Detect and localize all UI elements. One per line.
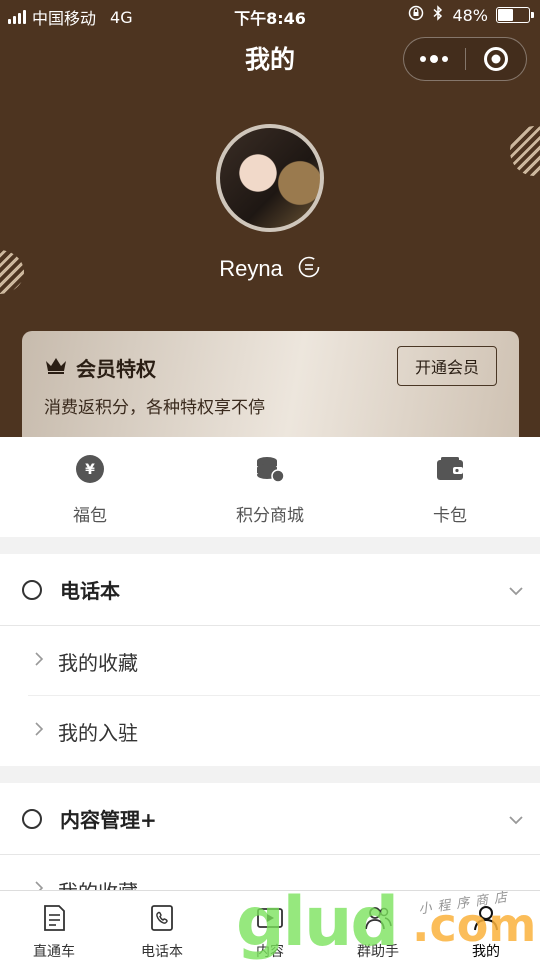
switch-account-icon[interactable]	[297, 255, 321, 283]
decorative-circle-right	[510, 126, 540, 176]
yuan-coin-icon: ¥	[74, 453, 106, 489]
document-icon	[39, 903, 69, 937]
section-header[interactable]: 内容管理+	[0, 783, 540, 855]
tab-phonebook[interactable]: 电话本	[108, 891, 216, 960]
status-right: 48%	[408, 5, 534, 25]
target-close-icon[interactable]	[465, 38, 526, 80]
coins-stack-icon	[254, 453, 286, 489]
tab-bar: 直通车 电话本 内容 群助手 我的	[0, 890, 540, 960]
svg-text:¥: ¥	[85, 462, 95, 478]
quick-entry-points-mall[interactable]: 积分商城	[180, 437, 360, 537]
user-row: Reyna	[0, 255, 540, 283]
tab-mine[interactable]: 我的	[432, 891, 540, 960]
quick-entry-label: 福包	[73, 506, 107, 526]
section-header[interactable]: 电话本	[0, 554, 540, 626]
chevron-right-icon	[34, 721, 44, 741]
status-bar: 中国移动 4G 下午8:46 48%	[0, 0, 540, 30]
bluetooth-icon	[432, 5, 444, 25]
tab-label: 群助手	[357, 944, 399, 960]
rotation-lock-icon	[408, 5, 424, 25]
circle-icon	[22, 579, 42, 600]
wallet-icon	[434, 453, 466, 489]
section-phonebook: 电话本 我的收藏 我的入驻	[0, 554, 540, 766]
menu-item-label: 我的收藏	[58, 650, 138, 675]
user-name: Reyna	[219, 256, 283, 281]
tab-label: 我的	[472, 944, 500, 960]
tab-content[interactable]: 内容	[216, 891, 324, 960]
chevron-down-icon	[508, 581, 524, 600]
video-icon	[255, 903, 285, 937]
menu-item-favorites[interactable]: 我的收藏	[0, 626, 540, 696]
tab-label: 电话本	[141, 944, 183, 960]
vip-title-row: 会员特权	[44, 353, 156, 382]
more-dots-icon[interactable]	[404, 38, 465, 80]
quick-entries: ¥ 福包 积分商城 卡包	[0, 437, 540, 537]
quick-entry-fubao[interactable]: ¥ 福包	[0, 437, 180, 537]
menu-item-my-listing[interactable]: 我的入驻	[0, 696, 540, 766]
section-title: 电话本	[60, 579, 120, 603]
profile-header: 中国移动 4G 下午8:46 48% 我的 Reyna 会员特权 消费返积分，各…	[0, 0, 540, 437]
tab-label: 内容	[256, 944, 284, 960]
vip-title: 会员特权	[76, 357, 156, 381]
battery-icon	[496, 7, 534, 23]
tab-label: 直通车	[33, 944, 75, 960]
avatar[interactable]	[216, 124, 324, 232]
user-icon	[471, 903, 501, 937]
profile-page: 中国移动 4G 下午8:46 48% 我的 Reyna 会员特权 消费返积分，各…	[0, 0, 540, 960]
quick-entry-label: 卡包	[433, 506, 467, 526]
chevron-right-icon	[34, 651, 44, 671]
crown-icon	[44, 355, 68, 380]
menu-item-label: 我的入驻	[58, 720, 138, 745]
tab-group-helper[interactable]: 群助手	[324, 891, 432, 960]
vip-card: 会员特权 消费返积分，各种特权享不停 开通会员	[22, 331, 519, 437]
section-title: 内容管理+	[60, 808, 157, 832]
group-icon	[363, 903, 393, 937]
vip-subtitle: 消费返积分，各种特权享不停	[44, 398, 265, 418]
tab-express[interactable]: 直通车	[0, 891, 108, 960]
phone-book-icon	[147, 903, 177, 937]
battery-percent: 48%	[452, 5, 488, 25]
mini-program-capsule	[403, 37, 527, 81]
chevron-down-icon	[508, 810, 524, 829]
quick-entry-label: 积分商城	[236, 506, 304, 526]
open-membership-button[interactable]: 开通会员	[397, 346, 497, 386]
quick-entry-card-wallet[interactable]: 卡包	[360, 437, 540, 537]
circle-icon	[22, 808, 42, 829]
